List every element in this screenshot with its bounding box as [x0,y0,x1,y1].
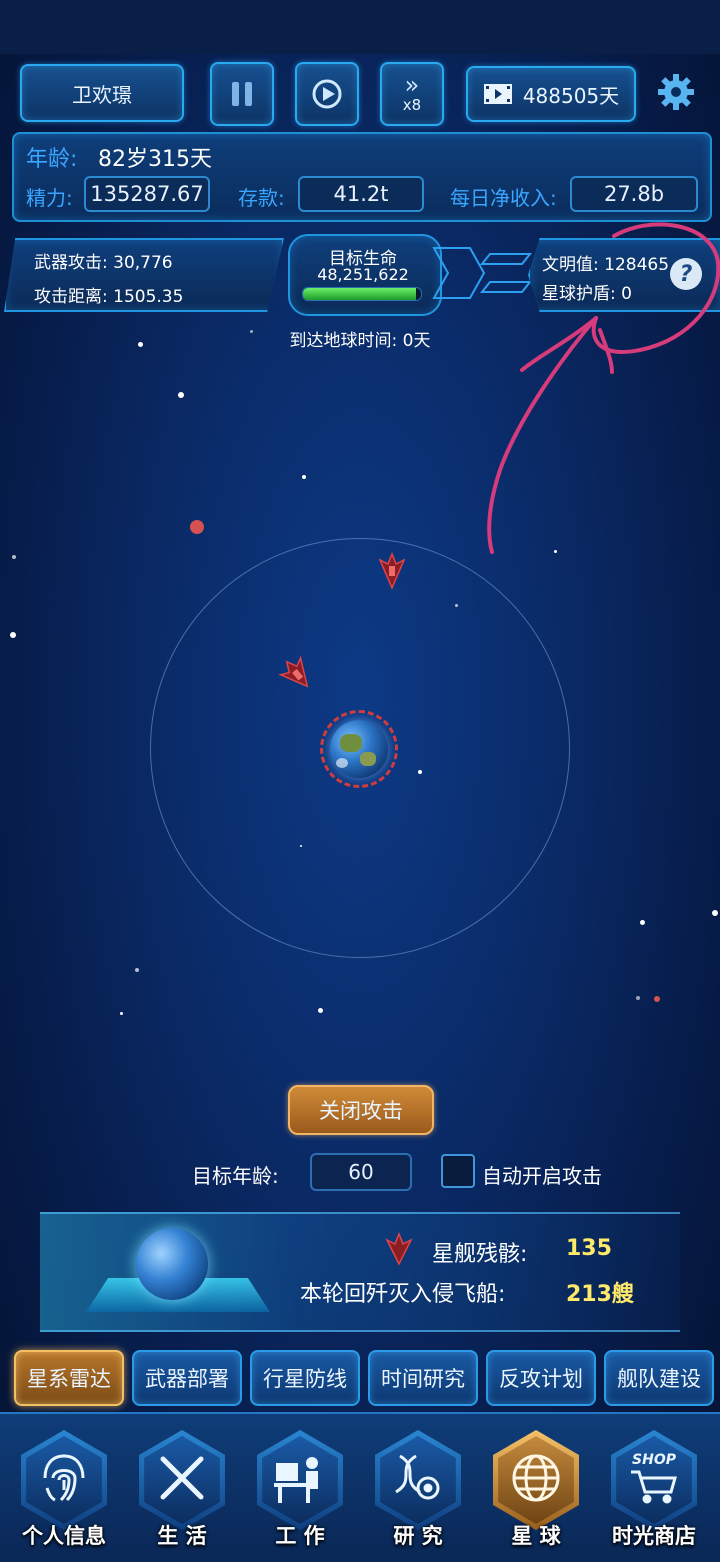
tab-label: 武器部署 [145,1367,229,1391]
nav-label: 生 活 [157,1524,207,1548]
tab-planet-defense[interactable]: 行星防线 [250,1350,360,1406]
shop-badge: SHOP [632,1452,676,1468]
nav-label: 个人信息 [22,1524,106,1548]
tab-label: 舰队建设 [617,1367,701,1391]
star [712,910,718,916]
fork-knife-icon [152,1448,212,1508]
fingerprint-icon [34,1448,94,1508]
tab-weapon-deploy[interactable]: 武器部署 [132,1350,242,1406]
close-attack-button[interactable]: 关闭攻击 [288,1085,434,1135]
nav-life[interactable]: 生 活 [128,1424,236,1552]
tab-galaxy-radar[interactable]: 星系雷达 [14,1350,124,1406]
tab-counterattack[interactable]: 反攻计划 [486,1350,596,1406]
hologram-earth [136,1228,208,1300]
star [636,996,640,1000]
star [318,1008,323,1013]
tab-fleet-build[interactable]: 舰队建设 [604,1350,714,1406]
tab-label: 反攻计划 [499,1367,583,1391]
destroyed-label: 本轮回歼灭入侵飞船: [300,1282,506,1307]
wreck-value: 135 [566,1236,612,1261]
destroyed-value: 213艘 [566,1282,634,1307]
target-age-label: 目标年龄: [192,1164,279,1188]
nav-personal-info[interactable]: 个人信息 [10,1424,118,1552]
nav-label: 星 球 [511,1524,561,1548]
earth-planet[interactable] [320,710,398,788]
annotation-scribble [487,222,720,554]
nav-time-shop[interactable]: SHOP 时光商店 [600,1424,708,1552]
tab-time-research[interactable]: 时间研究 [368,1350,478,1406]
globe-icon [506,1448,566,1508]
star [120,1012,123,1015]
nav-research[interactable]: 研 究 [364,1424,472,1552]
wreck-label: 星舰残骸: [432,1242,528,1267]
nav-planet[interactable]: 星 球 [482,1424,590,1552]
red-planet-dot [654,996,660,1002]
tab-label: 时间研究 [381,1367,465,1391]
tab-label: 星系雷达 [27,1367,111,1391]
nav-label: 工 作 [275,1524,325,1548]
target-age-input[interactable]: 60 [310,1153,412,1191]
earth-globe [330,720,388,778]
nav-label: 研 究 [393,1524,443,1548]
desk-worker-icon [270,1448,330,1508]
auto-attack-checkbox[interactable] [441,1154,475,1188]
shop-cart-icon: SHOP [624,1448,684,1508]
tab-label: 行星防线 [263,1367,347,1391]
auto-attack-label: 自动开启攻击 [482,1164,602,1188]
nav-work[interactable]: 工 作 [246,1424,354,1552]
star [135,968,139,972]
star [10,632,16,638]
nav-label: 时光商店 [612,1524,696,1548]
wreck-icon [385,1232,413,1266]
star [640,920,645,925]
close-attack-label: 关闭攻击 [319,1099,403,1123]
dna-gear-icon [388,1448,448,1508]
